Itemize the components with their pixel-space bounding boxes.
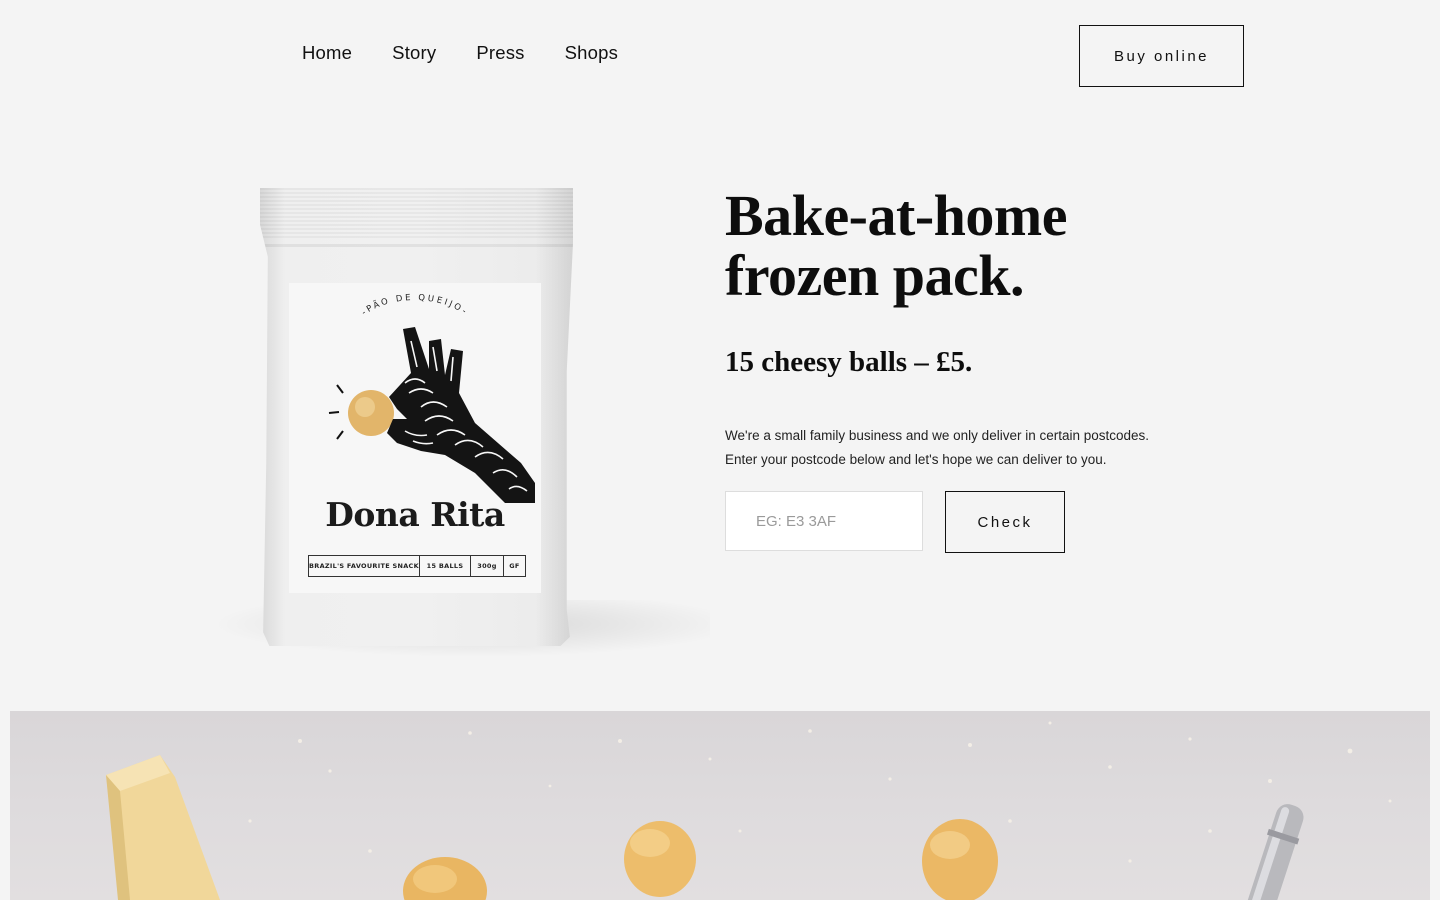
pack-strip-gf: GF [509, 562, 520, 570]
check-button[interactable]: Check [945, 491, 1065, 553]
cheese-and-bread-photo [106, 721, 1392, 900]
main-nav: Home Story Press Shops [302, 42, 618, 64]
pack-zip [260, 244, 573, 247]
pack-strip-count: 15 BALLS [420, 556, 471, 576]
description-line-2: Enter your postcode below and let's hope… [725, 452, 1107, 467]
pack-brand-name: Dona Rita [325, 495, 505, 534]
postcode-input[interactable] [725, 491, 923, 551]
title-line-2: frozen pack. [725, 243, 1025, 308]
page: Home Story Press Shops Buy online -PÃO D… [0, 0, 1440, 900]
description-line-1: We're a small family business and we onl… [725, 428, 1150, 443]
buy-online-button[interactable]: Buy online [1079, 25, 1244, 87]
pack-strip-tagline: BRAZIL'S FAVOURITE SNACK [309, 556, 420, 576]
nav-home[interactable]: Home [302, 42, 352, 64]
nav-shops[interactable]: Shops [565, 42, 618, 64]
svg-text:-PÃO DE QUEIJO-: -PÃO DE QUEIJO- [360, 293, 470, 318]
title-line-1: Bake-at-home [725, 183, 1067, 248]
delivery-description: We're a small family business and we onl… [725, 424, 1245, 472]
nav-story[interactable]: Story [392, 42, 436, 64]
pack-strip-weight: 300g [471, 556, 504, 576]
food-photo-banner [10, 711, 1430, 900]
pack-info-strip: BRAZIL'S FAVOURITE SNACK 15 BALLS 300g G… [308, 555, 526, 577]
price-subtitle: 15 cheesy balls – £5. [725, 346, 973, 378]
pack-seal [260, 188, 573, 238]
hand-illustration-icon [328, 327, 535, 503]
nav-press[interactable]: Press [476, 42, 524, 64]
pack-label: -PÃO DE QUEIJO- Dona Rita BRAZIL'S FAVOU… [289, 283, 541, 593]
page-title: Bake-at-home frozen pack. [725, 186, 1245, 306]
